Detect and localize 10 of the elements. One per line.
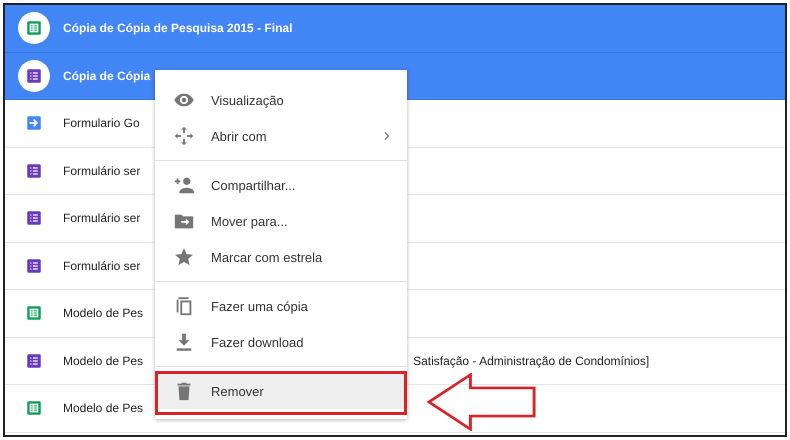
file-name: Cópia de Cópia de Pesquisa 2015 - Final bbox=[63, 21, 292, 36]
file-name: Formulário ser bbox=[63, 211, 140, 226]
file-name: Formulario Go bbox=[63, 116, 140, 130]
file-name: Formulário ser bbox=[63, 164, 140, 178]
file-name: Modelo de Pes bbox=[63, 401, 144, 416]
file-name: Cópia de Cópia bbox=[63, 68, 150, 83]
file-name: Modelo de Pes bbox=[63, 306, 144, 320]
file-name: Formulário ser bbox=[63, 258, 140, 273]
file-name: Satisfação - Administração de Condomínios] bbox=[413, 354, 650, 368]
file-name: Modelo de Pes bbox=[63, 354, 144, 368]
